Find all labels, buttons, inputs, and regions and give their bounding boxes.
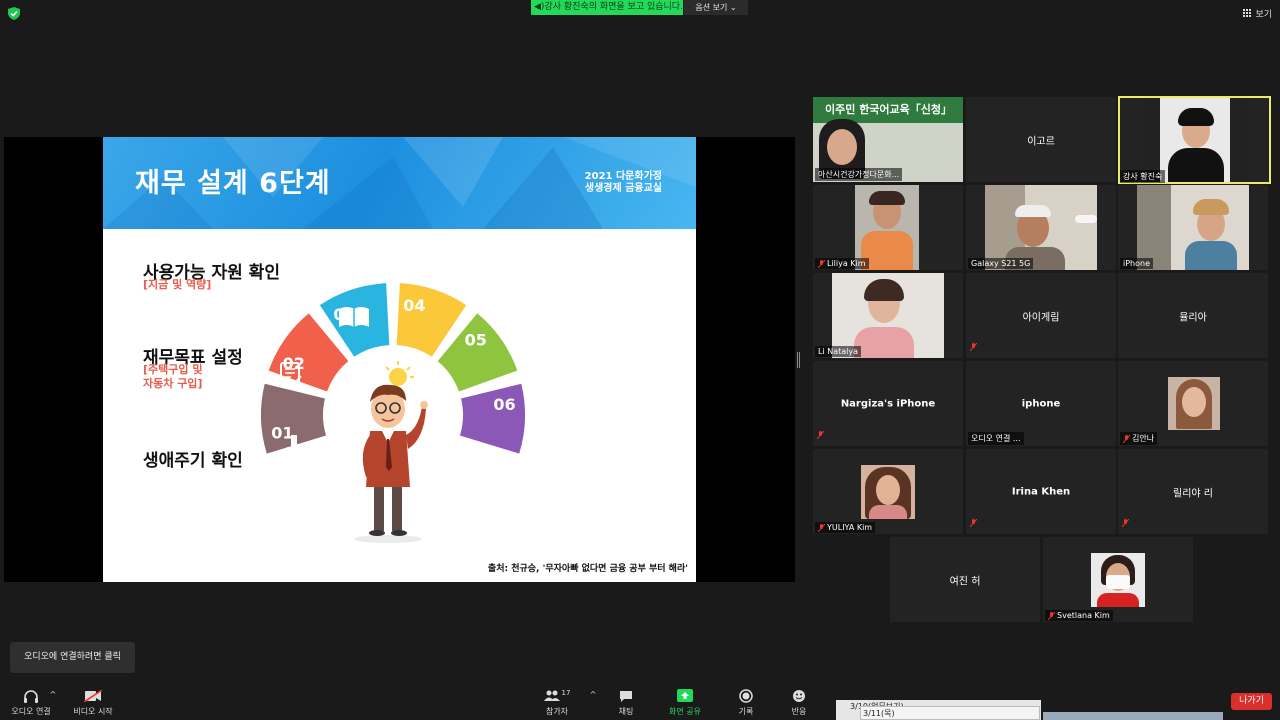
video-off-icon — [84, 689, 102, 702]
participant-name: 아이게림 — [1022, 312, 1060, 323]
participant-tile[interactable]: iphone 오디오 연결 ... — [966, 361, 1116, 446]
participant-name: 아산시건강가정다문화... — [815, 168, 903, 181]
shield-check-icon[interactable] — [8, 7, 20, 20]
smile-icon — [793, 689, 805, 702]
leave-meeting-button[interactable]: 나가기 — [1231, 693, 1272, 710]
muted-mic-icon — [1121, 512, 1130, 531]
slide-header: 재무 설계 6단계 2021 다문화가정 생생경제 금융교실 — [103, 137, 696, 229]
participant-video — [861, 465, 915, 519]
participant-name: 김안나 — [1120, 432, 1158, 445]
start-video-button[interactable]: 비디오 시작 — [70, 687, 116, 717]
audio-tooltip: 오디오에 연결하려면 클릭 — [10, 642, 135, 673]
participant-tile[interactable]: Nargiza's iPhone — [813, 361, 963, 446]
grid-icon — [1243, 8, 1252, 18]
muted-mic-icon — [1123, 434, 1130, 443]
muted-mic-icon — [1048, 611, 1055, 620]
participant-tile[interactable]: YULIYA Kim — [813, 449, 963, 534]
headphones-icon — [24, 689, 38, 703]
participant-name: Irina Khen — [1011, 486, 1071, 497]
participants-icon — [543, 690, 560, 701]
share-screen-icon — [677, 689, 693, 702]
wheel-segment-number: 04 — [403, 296, 425, 315]
participant-name: 강사 황진숙 — [1120, 170, 1166, 183]
slide-title: 재무 설계 6단계 — [135, 168, 331, 199]
active-speaker-tile[interactable]: 강사 황진숙 — [1118, 96, 1271, 184]
muted-mic-icon — [969, 512, 978, 531]
participant-name: 이고르 — [1027, 136, 1055, 147]
view-options-button[interactable]: 옵션 보기 ⌄ — [684, 0, 748, 15]
audio-options-chevron[interactable]: ^ — [48, 690, 58, 699]
participant-video — [1091, 553, 1145, 607]
participant-name: Li Natalya — [815, 346, 862, 357]
participant-name: 여진 허 — [949, 576, 981, 587]
participant-name: YULIYA Kim — [815, 522, 876, 533]
participant-name: 릴리야 리 — [1173, 488, 1213, 499]
participant-tile[interactable]: Li Natalya — [813, 273, 963, 358]
participant-status: 오디오 연결 ... — [968, 432, 1024, 445]
wheel-segment-number: 01 — [271, 424, 293, 443]
book-icon — [339, 307, 369, 327]
participant-tile[interactable]: 이고르 — [966, 97, 1116, 182]
participant-tile[interactable]: 율리아 — [1118, 273, 1268, 358]
participant-name: iphone — [1021, 398, 1061, 409]
wheel-segment-number: 05 — [465, 331, 487, 350]
participant-tile[interactable]: 김안나 — [1118, 361, 1268, 446]
chat-icon — [620, 690, 632, 702]
reactions-button[interactable]: 반응 — [785, 687, 813, 717]
participants-count: 17 — [561, 688, 571, 697]
shared-screen: 재무 설계 6단계 2021 다문화가정 생생경제 금융교실 사용가능 자원 확… — [4, 137, 795, 582]
muted-mic-icon — [969, 336, 978, 355]
step-sub-resources: [지금 및 역량] — [143, 278, 212, 291]
participant-name: Nargiza's iPhone — [840, 398, 936, 409]
six-step-wheel: 010203040506 — [261, 283, 525, 543]
participant-tile[interactable]: 여진 허 — [890, 537, 1040, 622]
participant-video — [1168, 377, 1220, 430]
participant-name: iPhone — [1120, 258, 1154, 269]
participant-tile[interactable]: Liliya Kim — [813, 185, 963, 270]
slide-subtitle: 2021 다문화가정 생생경제 금융교실 — [584, 171, 662, 194]
share-screen-button[interactable]: 화면 공유 — [665, 687, 705, 717]
zoom-window: ◀)강사 황진숙의 화면을 보고 있습니다. 옵션 보기 ⌄ 보기 재무 설계 … — [0, 0, 1280, 720]
record-button[interactable]: 기록 — [732, 687, 760, 717]
screen-share-banner: ◀)강사 황진숙의 화면을 보고 있습니다. — [531, 0, 683, 15]
participant-tile[interactable]: Irina Khen — [966, 449, 1116, 534]
wheel-segment-number: 06 — [493, 395, 515, 414]
participant-name: Galaxy S21 5G — [968, 258, 1034, 269]
cartoon-character-illustration — [354, 361, 428, 543]
participant-name: Svetlana Kim — [1045, 610, 1113, 621]
participant-tile[interactable]: Svetlana Kim — [1043, 537, 1193, 622]
participant-tile[interactable]: 아이게림 — [966, 273, 1116, 358]
taskbar-item[interactable]: 3/11(목) — [860, 706, 1040, 720]
slide-source-note: 출처: 천규승, '무자아빠 없다면 금융 공부 부터 해라' — [487, 564, 688, 574]
participant-tile[interactable]: Galaxy S21 5G — [966, 185, 1116, 270]
gallery-view-button[interactable]: 보기 — [1243, 6, 1272, 20]
participant-name: 율리아 — [1179, 312, 1207, 323]
participant-tile[interactable]: 이주민 한국어교육「신청」 아산시건강가정다문화... — [813, 97, 963, 182]
participant-tile[interactable]: 릴리야 리 — [1118, 449, 1268, 534]
participants-button[interactable]: 17 참가자 — [540, 687, 574, 717]
participant-name: Liliya Kim — [815, 258, 869, 269]
participant-video — [1137, 185, 1249, 270]
participant-tile[interactable]: iPhone — [1118, 185, 1268, 270]
participants-options-chevron[interactable]: ^ — [588, 690, 598, 699]
step-sub-goals: [주택구입 및 자동차 구입] — [143, 363, 203, 390]
muted-mic-icon — [816, 424, 825, 443]
panel-resize-handle[interactable] — [797, 352, 800, 368]
chat-button[interactable]: 채팅 — [612, 687, 640, 717]
taskbar-strip — [1043, 712, 1223, 720]
gallery-view-label: 보기 — [1255, 9, 1272, 20]
presentation-slide: 재무 설계 6단계 2021 다문화가정 생생경제 금융교실 사용가능 자원 확… — [103, 137, 696, 582]
muted-mic-icon — [818, 523, 825, 532]
muted-mic-icon — [818, 259, 825, 268]
step-label-lifecycle: 생애주기 확인 — [143, 451, 243, 471]
record-icon — [739, 688, 753, 703]
